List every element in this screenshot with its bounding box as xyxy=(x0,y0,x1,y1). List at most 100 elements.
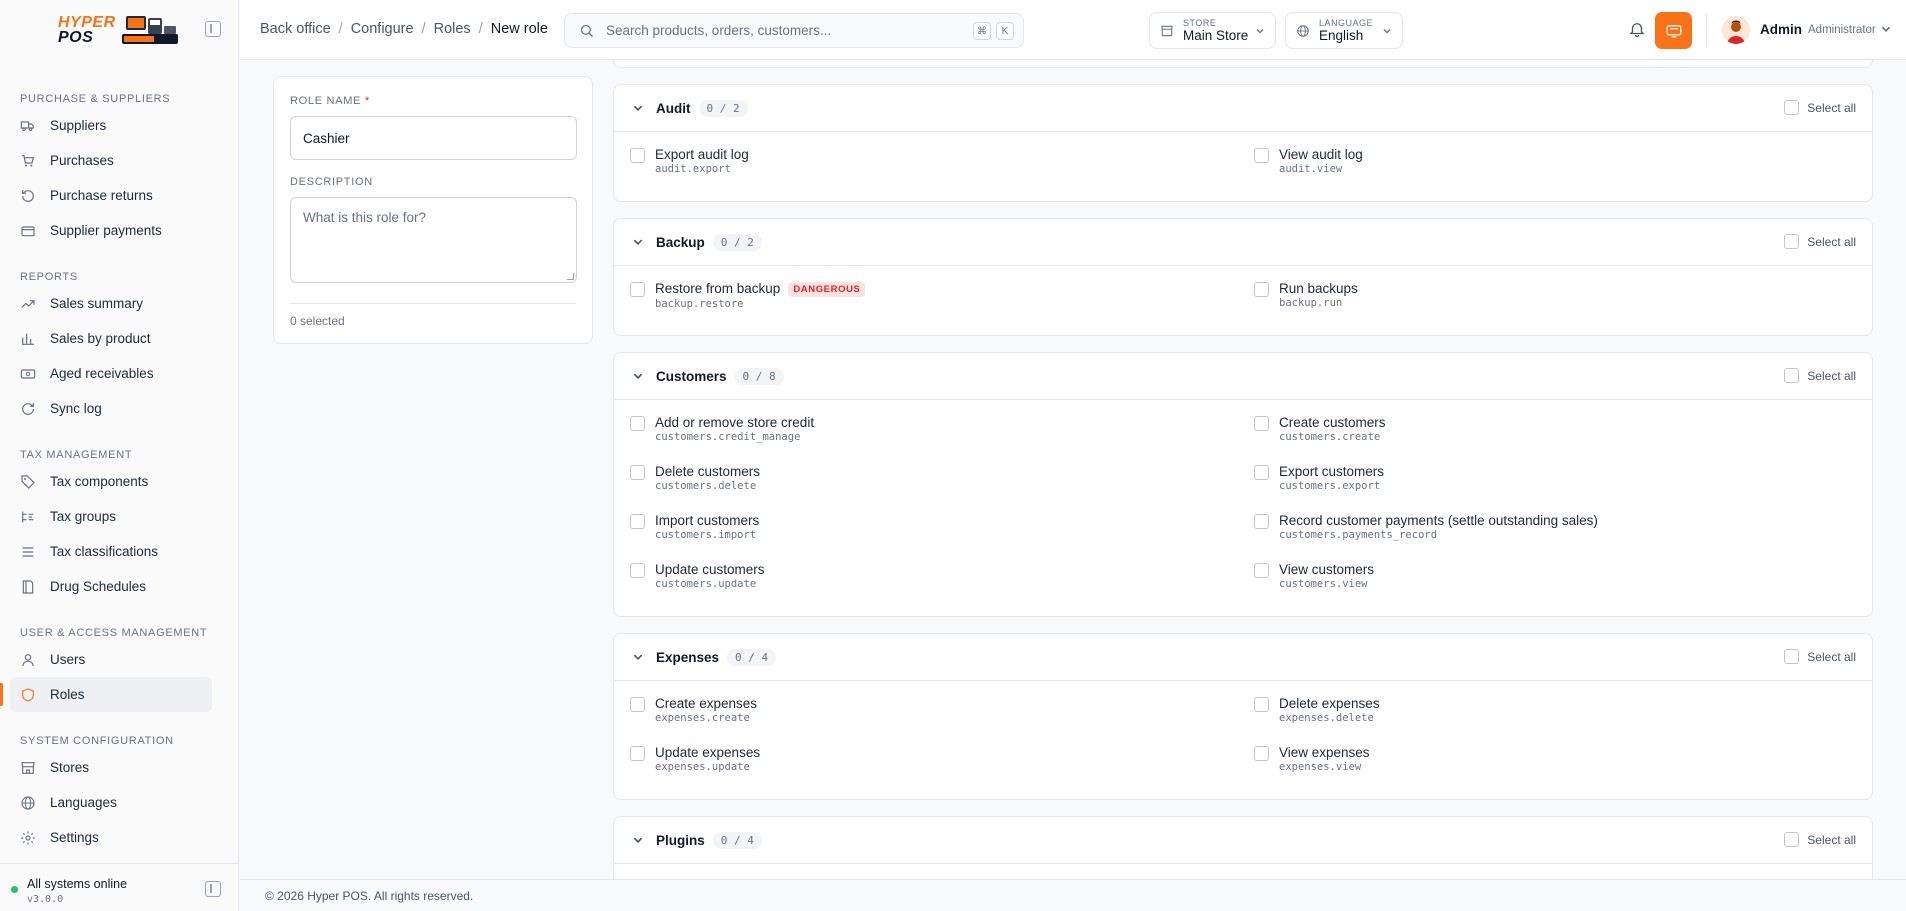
search-input[interactable]: Search products, orders, customers... xyxy=(606,23,831,38)
permission-item[interactable]: Export customers customers.export xyxy=(1254,463,1854,512)
sidebar-item-sales-by-product[interactable]: Sales by product xyxy=(10,321,212,356)
permission-item[interactable]: View customers customers.view xyxy=(1254,561,1854,610)
select-all-toggle[interactable]: Select all xyxy=(1784,649,1856,664)
sidebar-item-settings[interactable]: Settings xyxy=(10,820,212,855)
permission-item[interactable]: Add or remove store credit customers.cre… xyxy=(630,414,1254,463)
group-header[interactable]: Expenses 0 / 4 Select all xyxy=(614,634,1872,680)
role-name-input[interactable]: Cashier xyxy=(290,116,577,160)
breadcrumb-configure[interactable]: Configure xyxy=(351,21,414,37)
select-all-toggle[interactable]: Select all xyxy=(1784,100,1856,115)
sidebar-item-sales-summary[interactable]: Sales summary xyxy=(10,286,212,321)
sidebar-item-tax-classifications[interactable]: Tax classifications xyxy=(10,534,212,569)
permission-item[interactable]: Run backups backup.run xyxy=(1254,280,1854,329)
store-icon xyxy=(1161,25,1173,36)
permission-item[interactable]: View audit log audit.view xyxy=(1254,146,1854,195)
sidebar-item-users[interactable]: Users xyxy=(10,642,212,677)
sidebar-item-aged-receivables[interactable]: Aged receivables xyxy=(10,356,212,391)
cart-icon xyxy=(20,153,36,169)
permission-group-customers: Customers 0 / 8 Select all Add or remove… xyxy=(613,352,1873,617)
permission-checkbox[interactable] xyxy=(630,465,645,480)
permission-checkbox[interactable] xyxy=(1254,282,1269,297)
select-all-checkbox[interactable] xyxy=(1784,649,1800,664)
permission-checkbox[interactable] xyxy=(1254,465,1269,480)
collapse-sidebar-icon[interactable] xyxy=(205,21,221,37)
permission-checkbox[interactable] xyxy=(630,697,645,712)
permission-checkbox[interactable] xyxy=(1254,746,1269,761)
sidebar-item-purchase-returns[interactable]: Purchase returns xyxy=(10,178,212,213)
breadcrumb-roles[interactable]: Roles xyxy=(434,21,471,37)
group-header[interactable]: Backup 0 / 2 Select all xyxy=(614,219,1872,265)
select-all-checkbox[interactable] xyxy=(1784,832,1800,847)
permission-item[interactable]: View expenses expenses.view xyxy=(1254,744,1854,793)
sidebar-item-label: Tax classifications xyxy=(50,544,159,559)
collapse-sidebar-bottom-icon[interactable] xyxy=(205,881,221,897)
permission-item[interactable]: Create expenses expenses.create xyxy=(630,695,1254,744)
register-icon xyxy=(1666,24,1681,38)
description-textarea[interactable]: What is this role for? xyxy=(290,197,577,283)
permission-checkbox[interactable] xyxy=(630,148,645,163)
permission-checkbox[interactable] xyxy=(1254,148,1269,163)
app-version: v3.0.0 xyxy=(27,894,64,905)
select-all-toggle[interactable]: Select all xyxy=(1784,832,1856,847)
avatar[interactable] xyxy=(1722,16,1750,44)
pos-terminal-button[interactable] xyxy=(1655,12,1692,49)
app-logo[interactable]: HYPER POS xyxy=(58,14,180,46)
sidebar-item-sync-log[interactable]: Sync log xyxy=(10,391,212,426)
permission-item[interactable]: Update expenses expenses.update xyxy=(630,744,1254,793)
language-picker[interactable]: LANGUAGE English xyxy=(1285,12,1403,49)
permission-checkbox[interactable] xyxy=(630,514,645,529)
permission-checkbox[interactable] xyxy=(1254,697,1269,712)
permission-item[interactable]: Import customers customers.import xyxy=(630,512,1254,561)
store-picker[interactable]: STORE Main Store xyxy=(1149,12,1276,49)
sidebar-item-tax-components[interactable]: Tax components xyxy=(10,464,212,499)
chevron-down-icon[interactable] xyxy=(632,236,644,248)
permission-checkbox[interactable] xyxy=(630,416,645,431)
sidebar-item-tax-groups[interactable]: Tax groups xyxy=(10,499,212,534)
sidebar-item-roles[interactable]: Roles xyxy=(0,677,212,712)
permission-checkbox[interactable] xyxy=(1254,514,1269,529)
sidebar-item-label: Aged receivables xyxy=(50,366,154,381)
select-all-checkbox[interactable] xyxy=(1784,100,1800,115)
breadcrumb-back-office[interactable]: Back office xyxy=(260,21,331,37)
select-all-toggle[interactable]: Select all xyxy=(1784,234,1856,249)
select-all-checkbox[interactable] xyxy=(1784,234,1800,249)
permission-item[interactable]: Record customer payments (settle outstan… xyxy=(1254,512,1854,561)
sidebar-item-suppliers[interactable]: Suppliers xyxy=(10,108,212,143)
group-header[interactable]: Customers 0 / 8 Select all xyxy=(614,353,1872,399)
global-search[interactable]: Search products, orders, customers... ⌘ … xyxy=(564,13,1024,48)
permission-key: audit.export xyxy=(655,163,731,175)
permission-item[interactable]: Delete expenses expenses.delete xyxy=(1254,695,1854,744)
bar-chart-icon xyxy=(20,331,36,347)
nav-section-heading: Purchase & Suppliers xyxy=(20,93,171,105)
permission-item[interactable]: Delete customers customers.delete xyxy=(630,463,1254,512)
sidebar-item-languages[interactable]: Languages xyxy=(10,785,212,820)
permission-item[interactable]: Restore from backup DANGEROUS backup.rest… xyxy=(630,280,1254,329)
permission-checkbox[interactable] xyxy=(1254,416,1269,431)
chevron-down-icon[interactable] xyxy=(632,651,644,663)
group-header[interactable]: Plugins 0 / 4 Select all xyxy=(614,817,1872,863)
permission-item[interactable]: Update customers customers.update xyxy=(630,561,1254,610)
group-header[interactable]: Audit 0 / 2 Select all xyxy=(614,85,1872,131)
chevron-down-icon[interactable] xyxy=(1880,23,1892,35)
group-title: Plugins xyxy=(656,832,705,848)
select-all-checkbox[interactable] xyxy=(1784,368,1800,383)
chevron-down-icon[interactable] xyxy=(632,834,644,846)
chevron-down-icon[interactable] xyxy=(632,370,644,382)
shield-icon xyxy=(20,687,36,703)
permission-checkbox[interactable] xyxy=(630,746,645,761)
sidebar-item-stores[interactable]: Stores xyxy=(10,750,212,785)
sidebar-item-purchases[interactable]: Purchases xyxy=(10,143,212,178)
nav-section-heading: System Configuration xyxy=(20,735,174,747)
hierarchy-icon xyxy=(20,509,36,525)
select-all-toggle[interactable]: Select all xyxy=(1784,368,1856,383)
permission-checkbox[interactable] xyxy=(1254,563,1269,578)
permission-item[interactable]: Export audit log audit.export xyxy=(630,146,1254,195)
permission-checkbox[interactable] xyxy=(630,563,645,578)
bell-icon[interactable] xyxy=(1628,20,1646,38)
permission-item[interactable]: Create customers customers.create xyxy=(1254,414,1854,463)
sidebar-item-drug-schedules[interactable]: Drug Schedules xyxy=(10,569,212,604)
permission-checkbox[interactable] xyxy=(630,282,645,297)
sidebar-item-supplier-payments[interactable]: Supplier payments xyxy=(10,213,212,248)
user-name[interactable]: Admin xyxy=(1760,22,1802,37)
chevron-down-icon[interactable] xyxy=(632,102,644,114)
